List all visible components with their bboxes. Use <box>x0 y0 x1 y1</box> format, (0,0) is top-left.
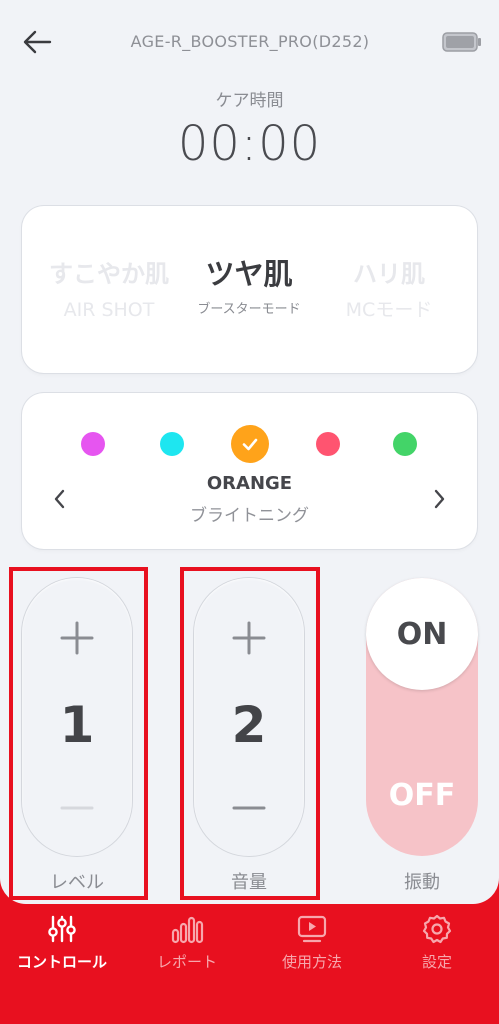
toggle-knob-on: ON <box>366 578 478 690</box>
care-time-label: ケア時間 <box>215 91 284 111</box>
mode-subtitle: MCモード <box>345 299 433 321</box>
nav-item-report[interactable]: レポート <box>125 914 249 984</box>
gear-icon <box>422 914 452 944</box>
bottom-nav: コントロール レポート 使用方法 設定 <box>0 904 499 1024</box>
nav-item-control[interactable]: コントロール <box>0 914 124 984</box>
vibration-toggle[interactable]: ON OFF <box>366 578 478 856</box>
battery-icon <box>442 32 482 52</box>
vibration-label: 振動 <box>404 872 440 893</box>
nav-item-howto[interactable]: 使用方法 <box>250 914 374 984</box>
mode-selector: すこやか肌 AIR SHOT ツヤ肌 ブースターモード ハリ肌 MCモード <box>22 206 477 373</box>
sliders-icon <box>48 915 76 943</box>
bar-chart-icon <box>171 916 204 944</box>
color-selector: ORANGE ブライトニング <box>22 393 477 549</box>
color-dot-cyan[interactable] <box>160 432 184 456</box>
device-name: AGE-R_BOOSTER_PRO(D252) <box>130 32 370 51</box>
checkmark-icon <box>242 438 258 451</box>
mode-option-sukoyaka[interactable]: すこやか肌 AIR SHOT <box>34 254 184 324</box>
color-effect: ブライトニング <box>190 506 309 526</box>
color-dot-green[interactable] <box>393 432 417 456</box>
chevron-right-icon <box>434 489 445 509</box>
main-panel: AGE-R_BOOSTER_PRO(D252) ケア時間 00:00 すこやか肌… <box>0 0 499 904</box>
nav-label: レポート <box>156 953 217 971</box>
color-dot-orange-selected[interactable] <box>231 425 269 463</box>
toggle-off-label: OFF <box>388 778 456 813</box>
prev-color-button[interactable] <box>48 487 72 511</box>
mode-subtitle: AIR SHOT <box>63 299 155 321</box>
play-video-icon <box>297 915 327 943</box>
highlight-frame-level <box>9 567 148 900</box>
mode-title: ツヤ肌 <box>205 257 293 291</box>
back-button[interactable] <box>20 26 54 58</box>
color-dot-magenta[interactable] <box>81 432 105 456</box>
nav-label: 使用方法 <box>281 953 342 971</box>
nav-label: コントロール <box>16 953 107 971</box>
color-name: ORANGE <box>206 473 293 494</box>
care-time-value: 00:00 <box>177 116 322 172</box>
mode-title: すこやか肌 <box>49 260 169 288</box>
nav-item-settings[interactable]: 設定 <box>375 914 499 984</box>
nav-label: 設定 <box>421 953 452 971</box>
top-bar: AGE-R_BOOSTER_PRO(D252) <box>0 0 499 86</box>
color-dot-red[interactable] <box>316 432 340 456</box>
mode-option-tsuya[interactable]: ツヤ肌 ブースターモード <box>174 254 324 324</box>
mode-option-hari[interactable]: ハリ肌 MCモード <box>314 254 464 324</box>
arrow-left-icon <box>23 30 52 54</box>
highlight-frame-volume <box>180 567 320 900</box>
next-color-button[interactable] <box>427 487 451 511</box>
mode-title: ハリ肌 <box>353 260 425 288</box>
chevron-left-icon <box>54 489 65 509</box>
mode-subtitle: ブースターモード <box>197 302 301 317</box>
